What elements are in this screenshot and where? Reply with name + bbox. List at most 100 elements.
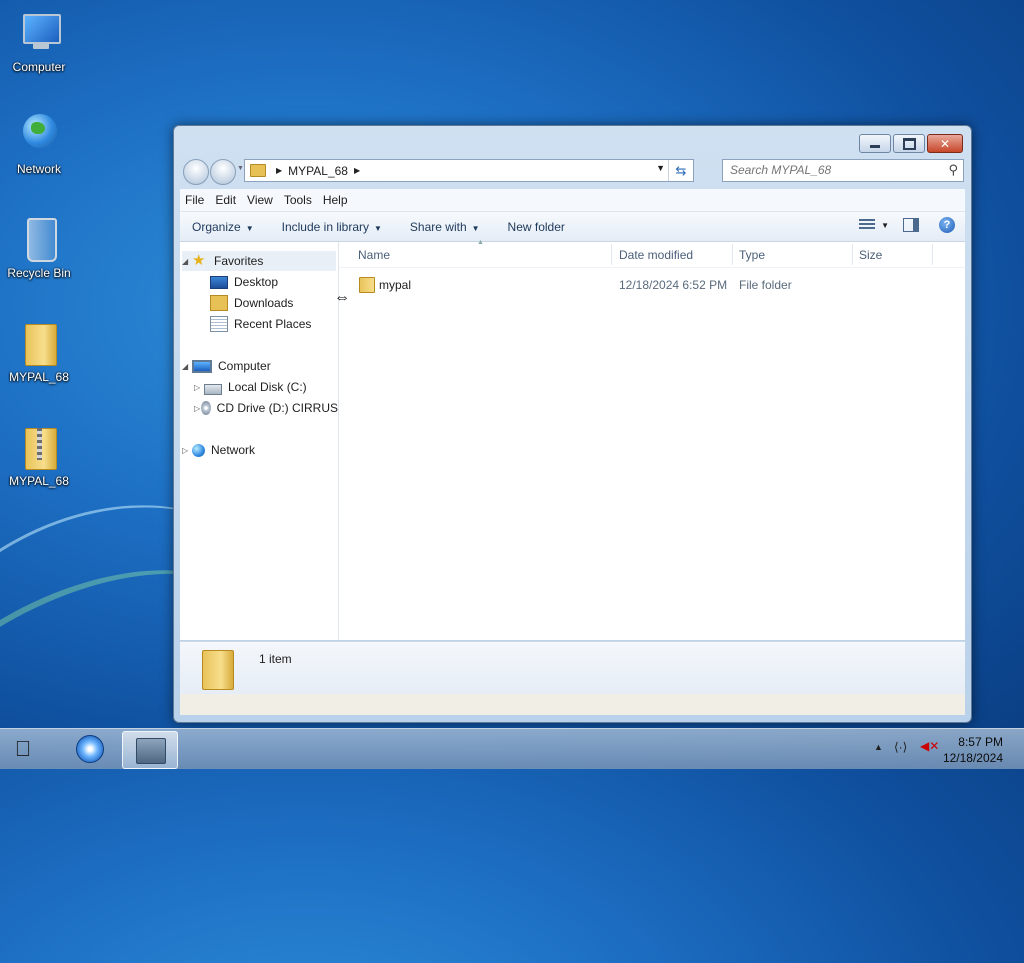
column-divider[interactable]	[611, 244, 612, 265]
collapsed-triangle-icon[interactable]: ▷	[194, 383, 204, 392]
expanded-triangle-icon[interactable]: ◢	[182, 257, 192, 266]
desktop-icon-label: MYPAL_68	[9, 370, 69, 384]
nav-cd-drive[interactable]: ▷ CD Drive (D:) CIRRUS	[194, 398, 338, 418]
file-explorer-icon	[136, 738, 166, 764]
menu-file[interactable]: File	[185, 193, 204, 207]
expanded-triangle-icon[interactable]: ◢	[182, 362, 192, 371]
column-divider[interactable]	[932, 244, 933, 265]
taskbar-explorer-button[interactable]	[122, 731, 178, 769]
back-button[interactable]	[183, 159, 209, 185]
include-in-library-button[interactable]: Include in library ▼	[282, 220, 382, 234]
desktop-icon-recycle-bin[interactable]: Recycle Bin	[4, 216, 74, 280]
clock[interactable]: 8:57 PM 12/18/2024	[943, 734, 1003, 766]
zip-folder-icon	[15, 424, 63, 472]
clock-date: 12/18/2024	[942, 751, 1003, 765]
desktop-icon-network[interactable]: Network	[4, 112, 74, 176]
new-folder-button[interactable]: New folder	[508, 220, 565, 234]
file-name[interactable]: mypal	[379, 278, 411, 292]
caption-buttons: ✕	[857, 134, 963, 153]
share-with-label: Share with	[409, 219, 467, 234]
network-status-icon[interactable]: ⟨·⟩	[894, 740, 907, 754]
nav-favorites[interactable]: ◢ ★ Favorites	[182, 251, 336, 271]
file-date-modified: 12/18/2024 6:52 PM	[619, 278, 728, 292]
nav-recent-places[interactable]: Recent Places	[210, 314, 311, 334]
clock-time: 8:57 PM	[958, 735, 1003, 749]
address-bar[interactable]: ▶ MYPAL_68 ▶ ▼ ⇆	[244, 159, 694, 182]
organize-button[interactable]: Organize ▼	[192, 220, 254, 234]
star-icon: ★	[192, 252, 206, 269]
nav-label: Network	[211, 443, 256, 457]
recycle-bin-icon	[15, 216, 63, 264]
change-view-icon[interactable]	[859, 219, 876, 231]
resize-cursor-icon: ⇔	[334, 289, 350, 306]
menu-bar: File Edit View Tools Help	[180, 189, 965, 212]
help-icon[interactable]: ?	[939, 217, 955, 233]
close-button[interactable]: ✕	[927, 134, 963, 153]
share-with-button[interactable]: Share with ▼	[410, 220, 480, 234]
breadcrumb-arrow-icon[interactable]: ▶	[354, 166, 360, 175]
column-header-size[interactable]: Size	[859, 248, 882, 262]
search-input[interactable]	[723, 160, 940, 179]
view-options-dropdown-icon[interactable]: ▼	[881, 221, 889, 230]
menu-view[interactable]: View	[247, 193, 273, 207]
column-divider[interactable]	[852, 244, 853, 265]
breadcrumb-mypal-68[interactable]: MYPAL_68	[288, 164, 348, 178]
collapsed-triangle-icon[interactable]: ▷	[194, 404, 201, 413]
item-count: 1 item	[259, 652, 292, 666]
include-in-library-label: Include in library	[281, 219, 369, 234]
close-icon: ✕	[939, 136, 951, 151]
column-header-type[interactable]: Type	[739, 248, 765, 262]
computer-icon	[192, 359, 212, 373]
column-header-name[interactable]: Name	[358, 248, 390, 262]
volume-muted-icon[interactable]: ◀✕	[920, 739, 939, 753]
nav-computer[interactable]: ◢ Computer	[182, 356, 271, 376]
sort-ascending-icon: ▲	[477, 239, 484, 246]
file-row[interactable]: mypal 12/18/2024 6:52 PM File folder	[355, 273, 955, 295]
nav-local-disk[interactable]: ▷ Local Disk (C:)	[194, 377, 307, 397]
hard-disk-icon	[204, 383, 222, 395]
search-box[interactable]: ⚲	[722, 159, 964, 182]
column-headers: ▲ Name Date modified Type Size	[339, 239, 965, 268]
column-divider[interactable]	[732, 244, 733, 265]
menu-help[interactable]: Help	[323, 193, 348, 207]
explorer-window[interactable]: ✕ ▼ ▶ MYPAL_68 ▶ ▼ ⇆ ⚲ File Edit View To…	[173, 125, 972, 723]
desktop-icon-mypal-zip[interactable]: MYPAL_68	[4, 424, 74, 488]
details-pane: 1 item	[180, 641, 965, 694]
downloads-folder-icon	[210, 295, 228, 311]
start-button[interactable]: 	[8, 734, 38, 764]
file-list[interactable]: ▲ Name Date modified Type Size mypal 12/…	[339, 239, 965, 640]
nav-label: Computer	[218, 359, 271, 373]
nav-label: CD Drive (D:) CIRRUS	[216, 401, 338, 415]
desktop-icon-label: Network	[16, 162, 61, 176]
desktop-icon-computer[interactable]: Computer	[4, 10, 74, 74]
apple-logo-icon: 	[15, 736, 32, 762]
column-header-date-modified[interactable]: Date modified	[619, 248, 693, 262]
nav-label: Recent Places	[234, 317, 312, 331]
command-bar: Organize ▼ Include in library ▼ Share with…	[180, 212, 965, 242]
nav-desktop[interactable]: Desktop	[210, 272, 278, 292]
nav-downloads[interactable]: Downloads	[210, 293, 293, 313]
maximize-icon	[902, 137, 916, 150]
minimize-button[interactable]	[859, 134, 891, 153]
chevron-down-icon: ▼	[245, 223, 254, 233]
taskbar-safari-button[interactable]	[62, 731, 116, 767]
show-hidden-icons-icon[interactable]: ▲	[874, 742, 883, 752]
desktop-icon-label: MYPAL_68	[9, 474, 69, 488]
refresh-button[interactable]: ⇆	[668, 160, 693, 181]
menu-tools[interactable]: Tools	[284, 193, 312, 207]
preview-pane-icon[interactable]	[903, 218, 919, 232]
recent-places-icon	[210, 316, 228, 332]
navigation-pane: ◢ ★ Favorites Desktop Downloads Recent P…	[180, 242, 339, 640]
maximize-button[interactable]	[893, 134, 925, 153]
nav-label: Desktop	[234, 275, 279, 289]
address-dropdown-icon[interactable]: ▼	[656, 163, 665, 173]
forward-button[interactable]	[210, 159, 236, 185]
recent-pages-chevron-icon[interactable]: ▼	[237, 165, 244, 172]
taskbar:  ▲ ⟨·⟩ ◀✕ 8:57 PM 12/18/2024	[0, 728, 1024, 769]
breadcrumb-arrow-icon[interactable]: ▶	[276, 166, 282, 175]
nav-network[interactable]: ▷ Network	[182, 440, 255, 460]
menu-edit[interactable]: Edit	[215, 193, 236, 207]
collapsed-triangle-icon[interactable]: ▷	[182, 446, 192, 455]
desktop-icon-mypal-folder[interactable]: MYPAL_68	[4, 320, 74, 384]
minimize-icon	[870, 144, 880, 148]
